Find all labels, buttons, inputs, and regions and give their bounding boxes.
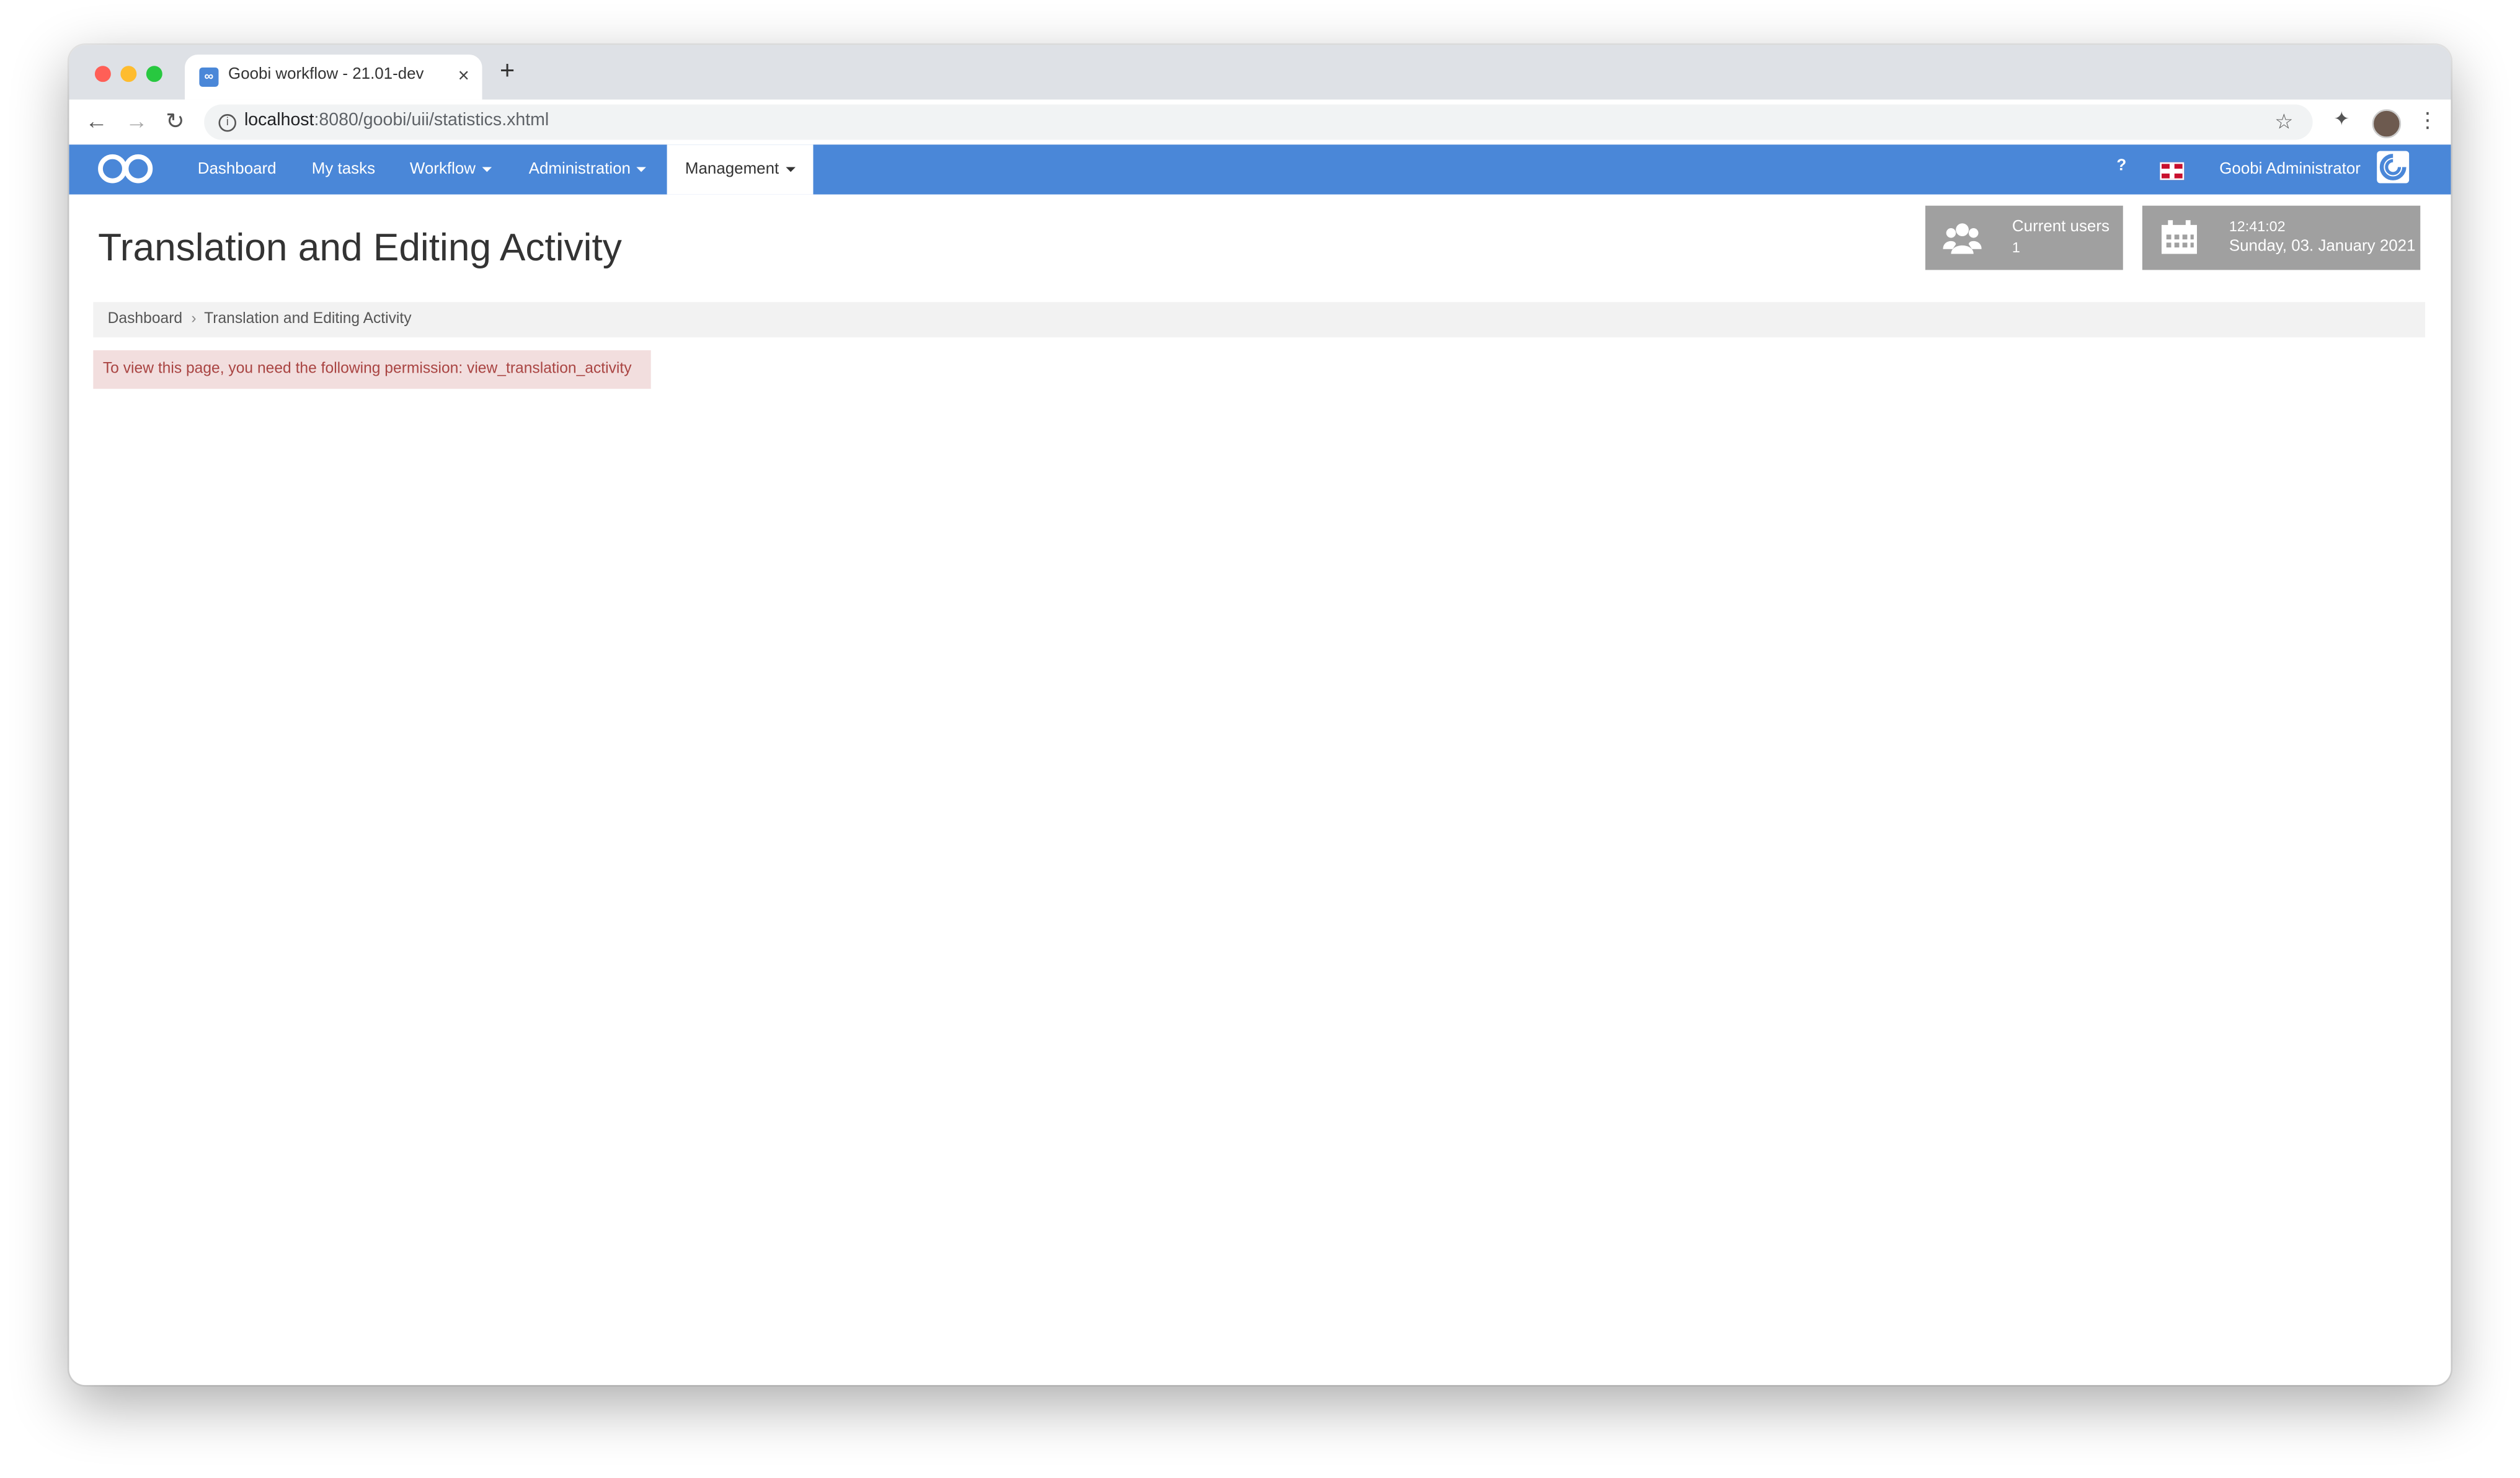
- browser-window: ∞ Goobi workflow - 21.01-dev × + ← → ↻ i…: [69, 45, 2451, 1386]
- screen: ∞ Goobi workflow - 21.01-dev × + ← → ↻ i…: [0, 0, 2520, 1478]
- browser-toolbar: ← → ↻ i localhost:8080/goobi/uii/statist…: [69, 99, 2451, 146]
- current-users-count: 1: [2012, 239, 2020, 256]
- browser-menu-icon[interactable]: ⋮: [2417, 108, 2438, 133]
- close-window-button[interactable]: [94, 66, 111, 82]
- nav-workflow[interactable]: Workflow: [410, 144, 492, 194]
- nav-administration-label: Administration: [528, 161, 631, 179]
- permission-alert-text: To view this page, you need the followin…: [102, 360, 632, 378]
- breadcrumb-dashboard-link[interactable]: Dashboard: [108, 310, 182, 328]
- tab-title: Goobi workflow - 21.01-dev: [228, 66, 424, 84]
- app-navbar: Dashboard My tasks Workflow Administrati…: [69, 144, 2451, 195]
- back-button[interactable]: ←: [85, 108, 107, 133]
- reload-button[interactable]: ↻: [166, 108, 184, 133]
- tab-close-icon[interactable]: ×: [458, 64, 469, 87]
- goobi-favicon-icon: ∞: [199, 67, 219, 87]
- nav-workflow-label: Workflow: [409, 161, 476, 179]
- chevron-down-icon: [482, 167, 492, 172]
- calendar-icon: [2161, 220, 2197, 254]
- tab-strip: ∞ Goobi workflow - 21.01-dev × +: [69, 45, 2451, 100]
- breadcrumb: Dashboard › Translation and Editing Acti…: [93, 302, 2426, 338]
- nav-administration[interactable]: Administration: [529, 144, 647, 194]
- url-path: :8080/goobi/uii/statistics.xhtml: [314, 110, 549, 130]
- nav-dashboard[interactable]: Dashboard: [198, 144, 277, 194]
- url-text[interactable]: localhost:8080/goobi/uii/statistics.xhtm…: [244, 111, 549, 130]
- profile-avatar-icon[interactable]: [2372, 109, 2402, 138]
- language-flag-icon[interactable]: [2160, 162, 2185, 180]
- extensions-puzzle-icon[interactable]: ✦: [2333, 108, 2349, 130]
- bookmark-star-icon[interactable]: ☆: [2274, 109, 2293, 135]
- address-bar[interactable]: i localhost:8080/goobi/uii/statistics.xh…: [204, 104, 2313, 140]
- maximize-window-button[interactable]: [146, 66, 162, 82]
- clock-time: 12:41:02: [2229, 218, 2286, 235]
- minimize-window-button[interactable]: [120, 66, 137, 82]
- help-icon[interactable]: ?: [2116, 157, 2126, 175]
- url-host: localhost: [244, 110, 314, 130]
- nav-my-tasks[interactable]: My tasks: [312, 144, 375, 194]
- new-tab-button[interactable]: +: [500, 59, 515, 85]
- page-title: Translation and Editing Activity: [98, 226, 622, 270]
- breadcrumb-separator-icon: ›: [191, 310, 197, 328]
- user-menu[interactable]: Goobi Administrator: [2219, 144, 2361, 194]
- current-users-widget: Current users 1: [1925, 205, 2123, 270]
- nav-management[interactable]: Management: [667, 144, 814, 195]
- clock-widget: 12:41:02 Sunday, 03. January 2021: [2142, 205, 2421, 270]
- goobi-logo-icon[interactable]: [97, 148, 154, 189]
- info-icon[interactable]: i: [218, 114, 236, 132]
- user-avatar-icon[interactable]: [2377, 151, 2410, 184]
- browser-tab[interactable]: ∞ Goobi workflow - 21.01-dev ×: [185, 55, 482, 100]
- forward-button[interactable]: →: [125, 108, 148, 133]
- users-icon: [1943, 223, 1982, 254]
- chevron-down-icon: [785, 167, 796, 172]
- nav-management-label: Management: [685, 161, 779, 179]
- breadcrumb-current: Translation and Editing Activity: [204, 310, 412, 328]
- current-users-label: Current users: [2012, 218, 2110, 236]
- permission-alert: To view this page, you need the followin…: [93, 350, 651, 389]
- chevron-down-icon: [637, 167, 647, 172]
- clock-date: Sunday, 03. January 2021: [2229, 237, 2416, 256]
